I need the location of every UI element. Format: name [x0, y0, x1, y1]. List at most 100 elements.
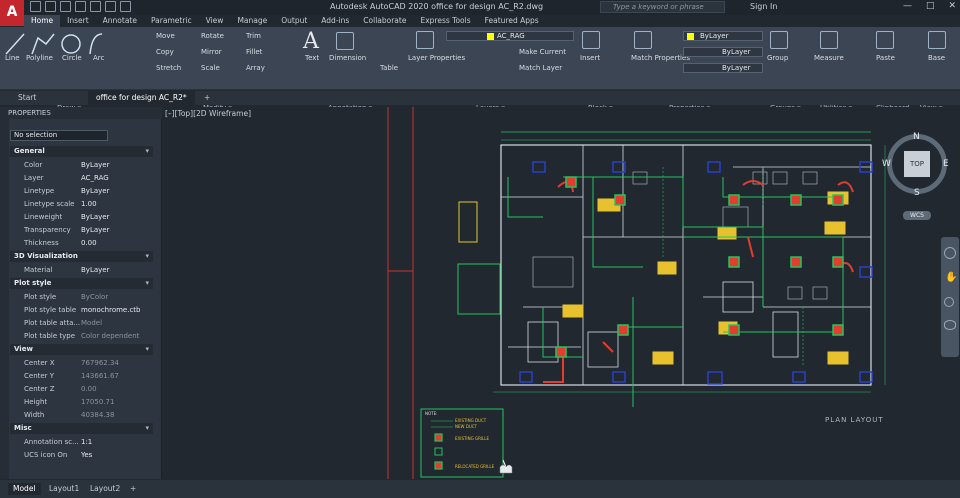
dimension-button[interactable]: Dimension — [329, 54, 366, 62]
plot-icon[interactable] — [90, 1, 101, 12]
make-current-button[interactable]: Make Current — [519, 48, 566, 56]
undo-icon[interactable] — [105, 1, 116, 12]
paste-button[interactable]: Paste — [876, 54, 895, 62]
property-value[interactable]: Yes — [81, 449, 92, 462]
property-value[interactable]: Model — [81, 317, 102, 330]
tab-express-tools[interactable]: Express Tools — [413, 15, 477, 27]
new-tab-button[interactable]: + — [196, 91, 218, 105]
layer-properties-button[interactable]: Layer Properties — [408, 54, 465, 62]
tab-view[interactable]: View — [199, 15, 231, 27]
pan-icon[interactable]: ✋ — [945, 272, 957, 283]
property-value[interactable]: monochrome.ctb — [81, 304, 141, 317]
tab-home[interactable]: Home — [24, 15, 61, 27]
array-button[interactable]: Array — [246, 64, 265, 72]
circle-button[interactable]: Circle — [62, 54, 82, 62]
section-header-plot-style[interactable]: Plot style — [10, 278, 153, 289]
sign-in-button[interactable]: Sign In — [750, 2, 777, 11]
compass-west[interactable]: W — [882, 159, 891, 169]
minimize-icon[interactable]: — — [903, 1, 912, 11]
property-row[interactable]: Layer AC_RAG — [10, 172, 153, 185]
table-button[interactable]: Table — [380, 64, 398, 72]
open-file-icon[interactable] — [45, 1, 56, 12]
tab-collaborate[interactable]: Collaborate — [356, 15, 413, 27]
property-row[interactable]: Transparency ByLayer — [10, 224, 153, 237]
mirror-button[interactable]: Mirror — [201, 48, 222, 56]
property-value[interactable]: ByLayer — [81, 159, 109, 172]
tab-model[interactable]: Model — [8, 483, 41, 495]
tab-insert[interactable]: Insert — [60, 15, 96, 27]
copy-button[interactable]: Copy — [156, 48, 174, 56]
section-header-general[interactable]: General — [10, 146, 153, 157]
tab-active-drawing[interactable]: office for design AC_R2* — [88, 91, 195, 105]
property-row[interactable]: Plot style table monochrome.ctb — [10, 304, 153, 317]
property-row[interactable]: Color ByLayer — [10, 159, 153, 172]
property-value[interactable]: ByLayer — [81, 211, 109, 224]
property-row[interactable]: Thickness 0.00 — [10, 237, 153, 250]
compass-south[interactable]: S — [914, 188, 920, 198]
tab-annotate[interactable]: Annotate — [96, 15, 144, 27]
property-value[interactable]: ByLayer — [81, 264, 109, 277]
save-as-icon[interactable] — [75, 1, 86, 12]
property-value[interactable]: 0.00 — [81, 383, 97, 396]
property-value[interactable]: ByColor — [81, 291, 108, 304]
tab-layout1[interactable]: Layout1 — [44, 483, 84, 495]
section-header-3d-visualization[interactable]: 3D Visualization — [10, 251, 153, 262]
property-row[interactable]: Height 17050.71 — [10, 396, 153, 409]
property-row[interactable]: Linetype scale 1.00 — [10, 198, 153, 211]
property-value[interactable]: 17050.71 — [81, 396, 114, 409]
tab-manage[interactable]: Manage — [230, 15, 274, 27]
property-row[interactable]: Plot table atta... Model — [10, 317, 153, 330]
trim-button[interactable]: Trim — [246, 32, 261, 40]
section-header-misc[interactable]: Misc — [10, 423, 153, 434]
compass-north[interactable]: N — [913, 132, 920, 142]
property-row[interactable]: Plot table type Color dependent — [10, 330, 153, 343]
save-icon[interactable] — [60, 1, 71, 12]
property-row[interactable]: UCS icon On Yes — [10, 449, 153, 462]
insert-button[interactable]: Insert — [580, 54, 600, 62]
property-row[interactable]: Annotation sc... 1:1 — [10, 436, 153, 449]
selection-dropdown[interactable]: No selection — [10, 130, 108, 141]
drawing-canvas[interactable]: [–][Top][2D Wireframe] NOTE: EXISTING DU… — [163, 107, 960, 479]
property-value[interactable]: AC_RAG — [81, 172, 109, 185]
property-row[interactable]: Center Y 143661.67 — [10, 370, 153, 383]
lineweight-dropdown[interactable]: ByLayer — [683, 63, 763, 73]
group-button[interactable]: Group — [767, 54, 788, 62]
property-row[interactable]: Center X 767962.34 — [10, 357, 153, 370]
compass-east[interactable]: E — [943, 159, 949, 169]
fillet-button[interactable]: Fillet — [246, 48, 262, 56]
property-value[interactable]: 1:1 — [81, 436, 92, 449]
viewcube-top-face[interactable]: TOP — [904, 151, 930, 177]
color-dropdown[interactable]: ByLayer — [683, 31, 763, 41]
tab-start[interactable]: Start — [10, 91, 44, 105]
autocad-logo-button[interactable]: A — [0, 0, 24, 26]
stretch-button[interactable]: Stretch — [156, 64, 181, 72]
scale-button[interactable]: Scale — [201, 64, 220, 72]
text-button[interactable]: Text — [305, 54, 319, 62]
steering-wheel-icon[interactable] — [944, 247, 956, 259]
add-layout-button[interactable]: + — [125, 483, 141, 495]
tab-output[interactable]: Output — [274, 15, 314, 27]
match-layer-button[interactable]: Match Layer — [519, 64, 562, 72]
line-button[interactable]: Line — [5, 54, 20, 62]
property-value[interactable]: 767962.34 — [81, 357, 119, 370]
property-row[interactable]: Lineweight ByLayer — [10, 211, 153, 224]
close-icon[interactable]: ✕ — [948, 1, 956, 11]
new-file-icon[interactable] — [30, 1, 41, 12]
rotate-button[interactable]: Rotate — [201, 32, 224, 40]
property-value[interactable]: 1.00 — [81, 198, 97, 211]
polyline-button[interactable]: Polyline — [26, 54, 53, 62]
property-value[interactable]: ByLayer — [81, 224, 109, 237]
property-value[interactable]: Color dependent — [81, 330, 139, 343]
arc-button[interactable]: Arc — [93, 54, 104, 62]
tab-layout2[interactable]: Layout2 — [85, 483, 125, 495]
tab-add-ins[interactable]: Add-ins — [314, 15, 356, 27]
property-row[interactable]: Plot style ByColor — [10, 291, 153, 304]
base-button[interactable]: Base — [928, 54, 945, 62]
redo-icon[interactable] — [120, 1, 131, 12]
property-value[interactable]: 40384.38 — [81, 409, 114, 422]
orbit-icon[interactable] — [944, 320, 956, 330]
layer-dropdown[interactable]: AC_RAG — [446, 31, 574, 41]
maximize-icon[interactable]: □ — [926, 1, 935, 11]
search-input[interactable]: Type a keyword or phrase — [600, 1, 725, 13]
move-button[interactable]: Move — [156, 32, 175, 40]
